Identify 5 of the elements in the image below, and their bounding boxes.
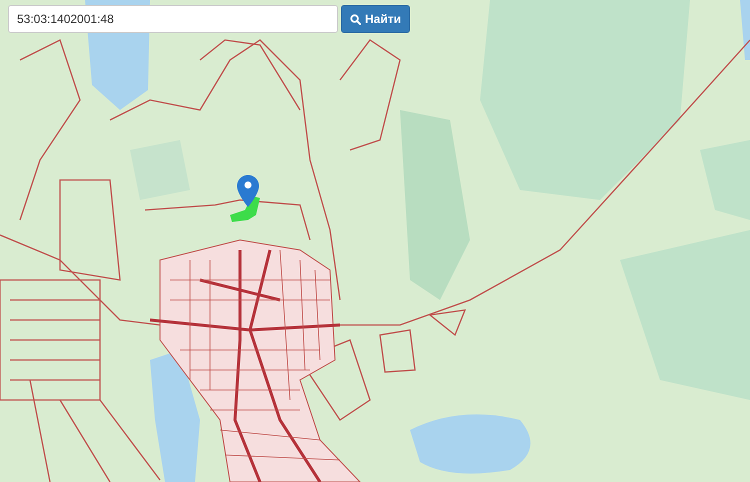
search-icon bbox=[350, 14, 361, 24]
map-pin-icon bbox=[237, 175, 259, 207]
search-button[interactable]: Найти bbox=[341, 5, 410, 33]
highlighted-parcel bbox=[230, 196, 260, 222]
search-field[interactable]: 53:03:1402001:48 bbox=[8, 5, 338, 33]
